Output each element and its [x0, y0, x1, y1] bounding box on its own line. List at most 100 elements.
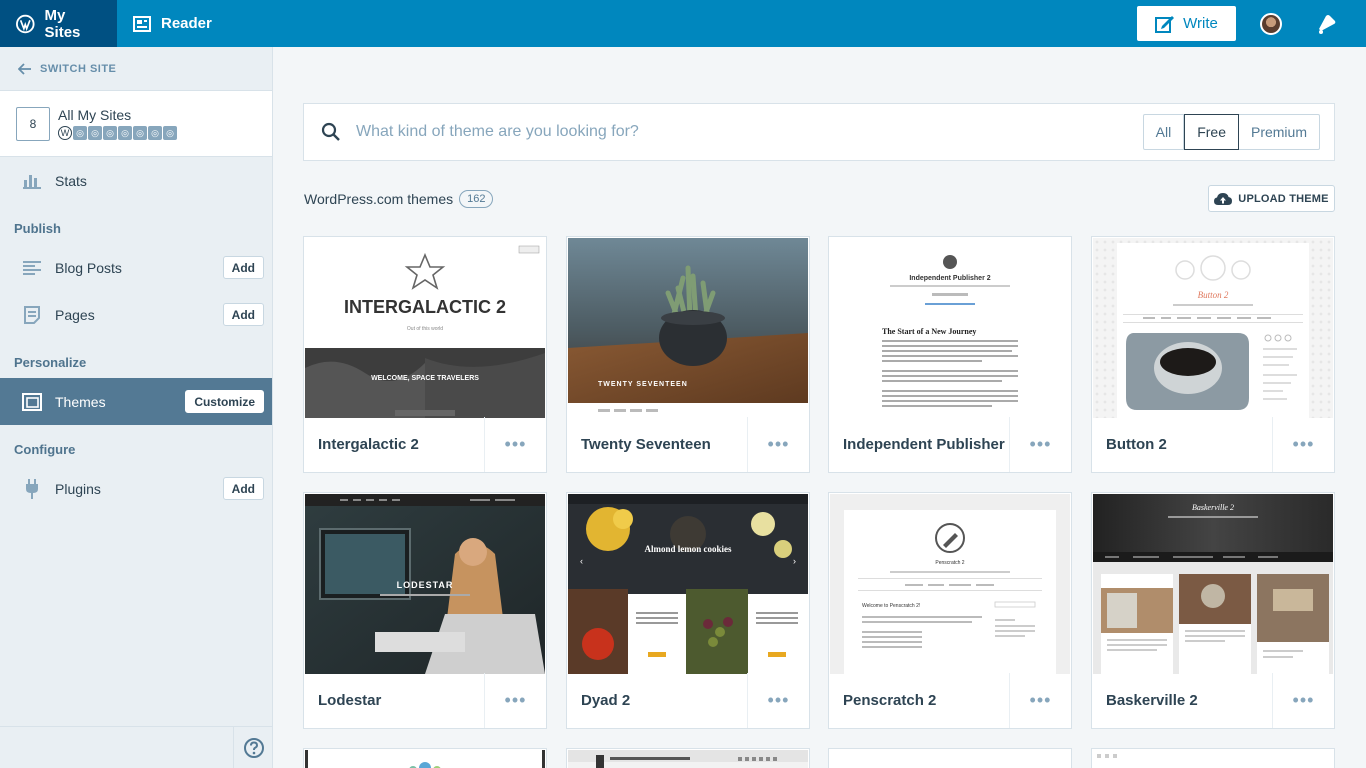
theme-card[interactable]: TWENTY SEVENTEEN Twenty Seventeen •••	[566, 236, 810, 473]
sidebar: SWITCH SITE 8 All My Sites W ◎ ◎ ◎ ◎ ◎ ◎…	[0, 47, 273, 768]
switch-site-link[interactable]: SWITCH SITE	[0, 47, 272, 91]
theme-screenshot[interactable]	[568, 750, 808, 768]
thumb-tagline: Out of this world	[407, 326, 443, 332]
theme-screenshot[interactable]: Button 2	[1093, 238, 1333, 418]
thumb-heading: The Start of a New Journey	[882, 327, 976, 336]
search-icon[interactable]	[306, 122, 356, 142]
filter-premium[interactable]: Premium	[1239, 115, 1319, 149]
more-options-icon[interactable]: •••	[1272, 673, 1334, 728]
theme-screenshot[interactable]	[830, 750, 1070, 768]
section-publish: Publish	[14, 221, 61, 236]
theme-card-footer: Button 2 •••	[1092, 417, 1334, 472]
section-configure: Configure	[14, 442, 76, 457]
theme-card[interactable]: LODESTAR Lodestar •••	[303, 492, 547, 729]
globe-site-icon: ◎	[118, 126, 132, 140]
more-options-icon[interactable]: •••	[1009, 673, 1071, 728]
theme-card-footer: Twenty Seventeen •••	[567, 417, 809, 472]
theme-screenshot[interactable]: Independent Publisher 2 The Start of a N…	[830, 238, 1070, 418]
theme-name[interactable]: Independent Publisher 2	[829, 436, 1009, 453]
search-input[interactable]	[356, 112, 1143, 152]
thumb-banner: WELCOME, SPACE TRAVELERS	[371, 375, 479, 382]
thumb-title: Baskerville 2	[1192, 503, 1234, 512]
theme-screenshot[interactable]	[1093, 750, 1333, 768]
themes-label: Themes	[55, 393, 106, 410]
thumb-title: Button 2	[1198, 290, 1229, 300]
more-options-icon[interactable]: •••	[484, 417, 546, 472]
add-page-button[interactable]: Add	[222, 303, 264, 326]
theme-card[interactable]	[303, 748, 547, 768]
more-options-icon[interactable]: •••	[747, 417, 809, 472]
theme-name[interactable]: Twenty Seventeen	[567, 436, 747, 453]
more-options-icon[interactable]: •••	[484, 673, 546, 728]
theme-screenshot[interactable]: INTERGALACTIC 2 Out of this world WELCOM…	[305, 238, 545, 418]
themes-icon	[22, 392, 42, 411]
theme-card-footer: Lodestar •••	[304, 673, 546, 728]
customize-button[interactable]: Customize	[185, 390, 264, 413]
thumb-title: Almond lemon cookies	[644, 544, 732, 554]
more-options-icon[interactable]: •••	[1272, 417, 1334, 472]
theme-card[interactable]: Baskerville 2 Baskerville 2 •••	[1091, 492, 1335, 729]
theme-screenshot[interactable]: LODESTAR	[305, 494, 545, 674]
theme-card[interactable]: Button 2 Button 2 •••	[1091, 236, 1335, 473]
add-plugin-button[interactable]: Add	[222, 477, 264, 500]
sidebar-item-stats[interactable]: Stats	[0, 157, 272, 204]
theme-card-footer: Dyad 2 •••	[567, 673, 809, 728]
sidebar-item-pages[interactable]: Pages Add	[0, 291, 272, 338]
theme-screenshot[interactable]: Penscratch 2 Welcome to Penscratch 2!	[830, 494, 1070, 674]
theme-card[interactable]: Almond lemon cookies ‹ › Dyad 2 •••	[566, 492, 810, 729]
my-sites-label: My Sites	[44, 6, 81, 41]
theme-name[interactable]: Dyad 2	[567, 692, 747, 709]
add-post-button[interactable]: Add	[222, 256, 264, 279]
thumb-title: INTERGALACTIC 2	[344, 297, 506, 317]
reader-label: Reader	[161, 15, 212, 32]
all-sites-card[interactable]: 8 All My Sites W ◎ ◎ ◎ ◎ ◎ ◎ ◎	[0, 91, 272, 157]
globe-site-icon: ◎	[148, 126, 162, 140]
more-options-icon[interactable]: •••	[1009, 417, 1071, 472]
thumb-heading: Welcome to Penscratch 2!	[862, 603, 920, 609]
site-icons: W ◎ ◎ ◎ ◎ ◎ ◎ ◎	[58, 126, 178, 140]
globe-site-icon: ◎	[88, 126, 102, 140]
sidebar-item-plugins[interactable]: Plugins Add	[0, 465, 272, 512]
theme-screenshot[interactable]	[305, 750, 545, 768]
themes-heading: WordPress.com themes	[304, 191, 454, 207]
wordpress-logo-icon	[16, 14, 35, 33]
sidebar-item-blog-posts[interactable]: Blog Posts Add	[0, 244, 272, 291]
reader-tab[interactable]: Reader	[117, 0, 228, 47]
pages-icon	[22, 305, 42, 324]
thumb-title: Independent Publisher 2	[909, 275, 990, 282]
posts-icon	[22, 260, 42, 276]
theme-name[interactable]: Lodestar	[304, 692, 484, 709]
theme-card[interactable]: Penscratch 2 Welcome to Penscratch 2! Pe…	[828, 492, 1072, 729]
sidebar-item-themes[interactable]: Themes Customize	[0, 378, 272, 425]
theme-screenshot[interactable]: Baskerville 2	[1093, 494, 1333, 674]
site-count-badge: 8	[16, 106, 50, 141]
filter-all[interactable]: All	[1144, 115, 1185, 149]
upload-theme-label: UPLOAD THEME	[1238, 192, 1329, 205]
globe-site-icon: ◎	[103, 126, 117, 140]
theme-card[interactable]: Independent Publisher 2 The Start of a N…	[828, 236, 1072, 473]
theme-screenshot[interactable]: TWENTY SEVENTEEN	[568, 238, 808, 418]
theme-search-bar: All Free Premium	[303, 103, 1335, 161]
write-button[interactable]: Write	[1137, 6, 1236, 41]
blog-posts-label: Blog Posts	[55, 259, 122, 276]
stats-label: Stats	[55, 172, 87, 189]
thumb-title: TWENTY SEVENTEEN	[598, 381, 688, 388]
theme-card[interactable]	[828, 748, 1072, 768]
theme-card[interactable]	[1091, 748, 1335, 768]
upload-theme-button[interactable]: UPLOAD THEME	[1208, 185, 1335, 212]
theme-name[interactable]: Penscratch 2	[829, 692, 1009, 709]
theme-name[interactable]: Button 2	[1092, 436, 1272, 453]
theme-name[interactable]: Intergalactic 2	[304, 436, 484, 453]
help-icon[interactable]	[233, 727, 273, 768]
notifications-icon[interactable]	[1314, 12, 1338, 36]
theme-screenshot[interactable]: Almond lemon cookies ‹ ›	[568, 494, 808, 674]
my-sites-tab[interactable]: My Sites	[0, 0, 117, 47]
section-personalize: Personalize	[14, 355, 87, 370]
theme-name[interactable]: Baskerville 2	[1092, 692, 1272, 709]
themes-count-badge: 162	[459, 190, 494, 208]
filter-free[interactable]: Free	[1184, 114, 1239, 150]
more-options-icon[interactable]: •••	[747, 673, 809, 728]
theme-card[interactable]: INTERGALACTIC 2 Out of this world WELCOM…	[303, 236, 547, 473]
user-avatar[interactable]	[1260, 12, 1282, 35]
theme-card[interactable]	[566, 748, 810, 768]
